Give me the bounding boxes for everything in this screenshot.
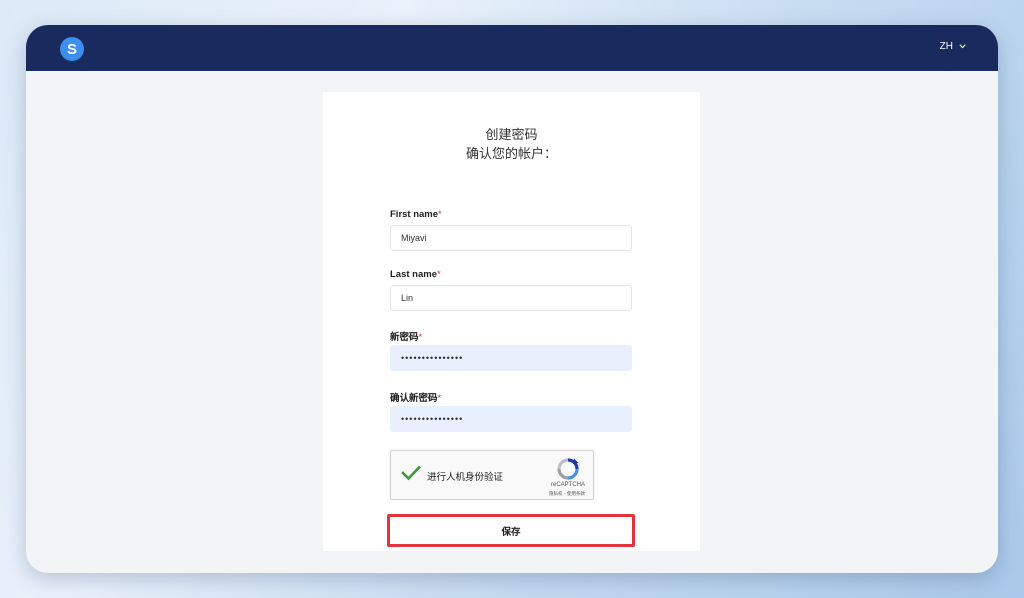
new-password-label-text: 新密码 bbox=[390, 332, 419, 343]
language-selector[interactable]: ZH bbox=[940, 41, 966, 52]
required-asterisk: * bbox=[418, 332, 423, 343]
form-title: 创建密码 bbox=[485, 128, 538, 143]
last-name-input[interactable] bbox=[390, 285, 632, 311]
language-code: ZH bbox=[939, 41, 953, 52]
chevron-down-icon bbox=[959, 44, 966, 49]
new-password-input[interactable] bbox=[390, 345, 632, 371]
last-name-label-text: Last name bbox=[390, 269, 437, 280]
confirm-password-label-text: 确认新密码 bbox=[390, 393, 438, 404]
save-button-highlight: 保存 bbox=[387, 514, 635, 547]
confirm-password-input[interactable] bbox=[390, 406, 632, 432]
s-logo-icon[interactable]: S bbox=[60, 37, 84, 61]
checkmark-icon[interactable] bbox=[401, 465, 421, 481]
recaptcha-widget: 进行人机身份验证 reCAPTCHA 隐私权 - 使用条款 bbox=[390, 450, 594, 500]
required-asterisk: * bbox=[437, 269, 441, 280]
required-asterisk: * bbox=[438, 209, 442, 220]
recaptcha-privacy-terms-links[interactable]: 隐私权 - 使用条款 bbox=[549, 491, 585, 497]
confirm-password-label: 确认新密码* bbox=[390, 390, 441, 404]
save-button[interactable]: 保存 bbox=[393, 520, 629, 541]
app-window: S ZH 创建密码 确认您的帐户： First name* Last name*… bbox=[26, 25, 998, 573]
required-asterisk: * bbox=[437, 393, 442, 404]
first-name-label: First name* bbox=[390, 209, 442, 220]
recaptcha-label: 进行人机身份验证 bbox=[427, 472, 504, 483]
create-password-card: 创建密码 确认您的帐户： First name* Last name* 新密码*… bbox=[323, 92, 700, 551]
form-subtitle: 确认您的帐户： bbox=[465, 147, 557, 162]
first-name-input[interactable] bbox=[390, 225, 632, 251]
last-name-label: Last name* bbox=[390, 269, 441, 280]
form-heading: 创建密码 确认您的帐户： bbox=[323, 126, 700, 164]
first-name-label-text: First name bbox=[390, 209, 439, 220]
recaptcha-logo-icon bbox=[557, 458, 579, 480]
logo-letter: S bbox=[66, 40, 77, 58]
new-password-label: 新密码* bbox=[390, 329, 422, 343]
recaptcha-brand: reCAPTCHA bbox=[550, 482, 585, 488]
top-navigation-bar: S ZH bbox=[26, 25, 998, 71]
